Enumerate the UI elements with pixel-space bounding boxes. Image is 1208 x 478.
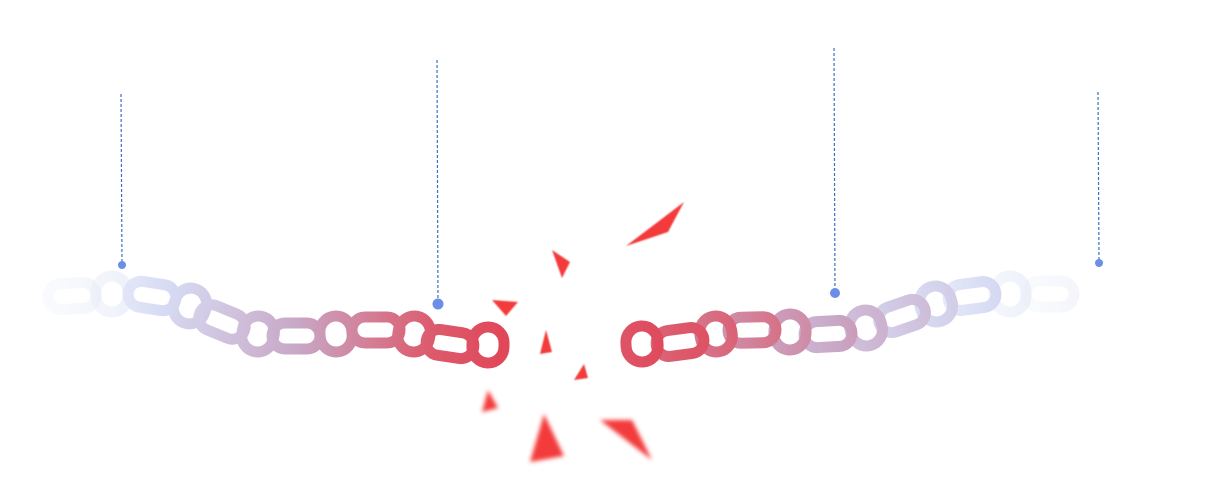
shard-3: [492, 300, 518, 316]
left-chain-link: [466, 321, 510, 369]
hanging-line-1: [120, 93, 123, 266]
hanging-lines: [120, 47, 1100, 305]
hanging-line-4: [1097, 91, 1100, 264]
shard-1: [626, 202, 684, 246]
pin-2: [432, 298, 444, 310]
shard-2: [552, 250, 570, 278]
right-chain-link: [1020, 275, 1080, 313]
shard-5: [574, 364, 588, 380]
broken-chain-illustration: [0, 0, 1208, 478]
pin-3: [830, 288, 840, 298]
pin-4: [1095, 259, 1103, 267]
shard-4: [540, 330, 552, 354]
right-chain: [620, 270, 1080, 368]
shard-6: [482, 390, 498, 412]
shard-8: [600, 420, 652, 460]
left-chain-link: [42, 276, 102, 316]
shard-7: [530, 414, 564, 462]
left-chain: [42, 270, 510, 369]
pin-1: [118, 261, 126, 269]
hanging-line-3: [833, 47, 836, 294]
hanging-line-2: [436, 59, 439, 305]
right-chain-link: [620, 320, 664, 368]
broken-chain-graphic: [42, 47, 1103, 462]
